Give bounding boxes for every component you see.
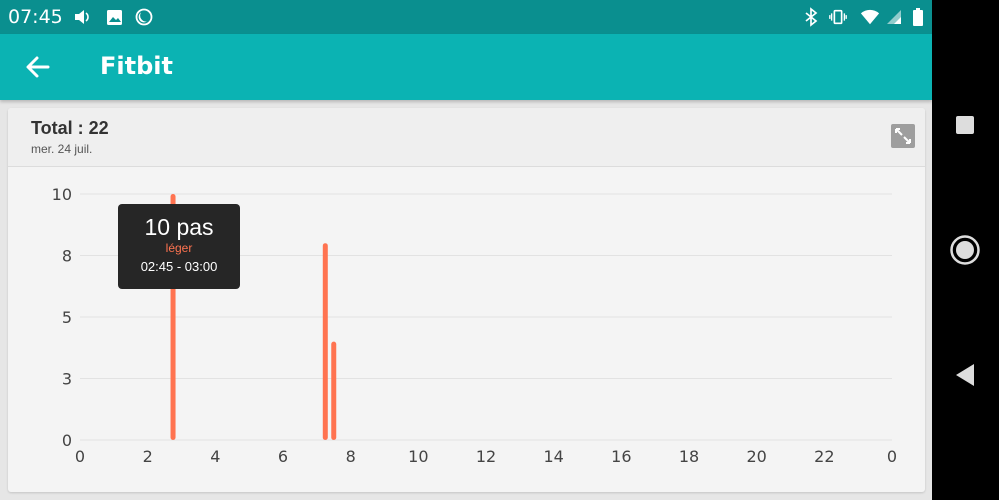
chart-bar[interactable] (322, 243, 328, 440)
x-tick-label: 22 (814, 447, 834, 466)
x-tick-label: 8 (346, 447, 356, 466)
volume-icon (72, 7, 92, 27)
y-tick-label: 3 (62, 370, 72, 389)
steps-chart[interactable]: 0 3 5 8 10 0 2 4 6 8 10 12 14 16 18 20 22 0 (8, 108, 925, 492)
bluetooth-icon (801, 7, 821, 27)
x-tick-label: 16 (611, 447, 631, 466)
x-tick-label: 10 (408, 447, 428, 466)
y-tick-label: 0 (62, 431, 72, 450)
back-arrow-icon[interactable] (22, 51, 54, 83)
status-time: 07:45 (8, 6, 63, 28)
signal-icon (884, 7, 904, 27)
x-tick-label: 12 (476, 447, 496, 466)
x-tick-label: 0 (887, 447, 897, 466)
y-tick-label: 8 (62, 247, 72, 266)
recent-apps-icon[interactable] (947, 107, 983, 143)
back-icon[interactable] (947, 357, 983, 393)
chart-bar[interactable] (331, 341, 337, 440)
app-title: Fitbit (100, 52, 173, 80)
tooltip-time-range: 02:45 - 03:00 (140, 259, 218, 274)
home-icon[interactable] (947, 232, 983, 268)
x-tick-label: 6 (278, 447, 288, 466)
chart-tooltip: 10 pas léger 02:45 - 03:00 (118, 204, 240, 289)
app-bar: Fitbit (0, 34, 932, 100)
tooltip-level: léger (165, 241, 193, 255)
do-not-disturb-icon (134, 7, 154, 27)
image-icon (104, 7, 124, 27)
app-screen: 07:45 Fitbit Total: 22 mer. 24 juil. 0 … (0, 0, 932, 500)
system-nav-bar (932, 0, 999, 500)
x-tick-label: 0 (75, 447, 85, 466)
status-bar: 07:45 (0, 0, 932, 34)
x-tick-label: 20 (746, 447, 766, 466)
steps-card: Total : 22 mer. 24 juil. 0 3 5 8 10 0 2 4 6 8 10 12… (8, 108, 925, 492)
x-tick-label: 14 (543, 447, 563, 466)
vibrate-icon (828, 7, 848, 27)
x-tick-label: 18 (679, 447, 699, 466)
y-tick-label: 5 (62, 308, 72, 327)
battery-icon (908, 7, 928, 27)
x-tick-label: 4 (210, 447, 220, 466)
wifi-icon (860, 7, 880, 27)
tooltip-steps: 10 pas (144, 214, 214, 240)
y-tick-label: 10 (52, 185, 72, 204)
x-tick-label: 2 (143, 447, 153, 466)
